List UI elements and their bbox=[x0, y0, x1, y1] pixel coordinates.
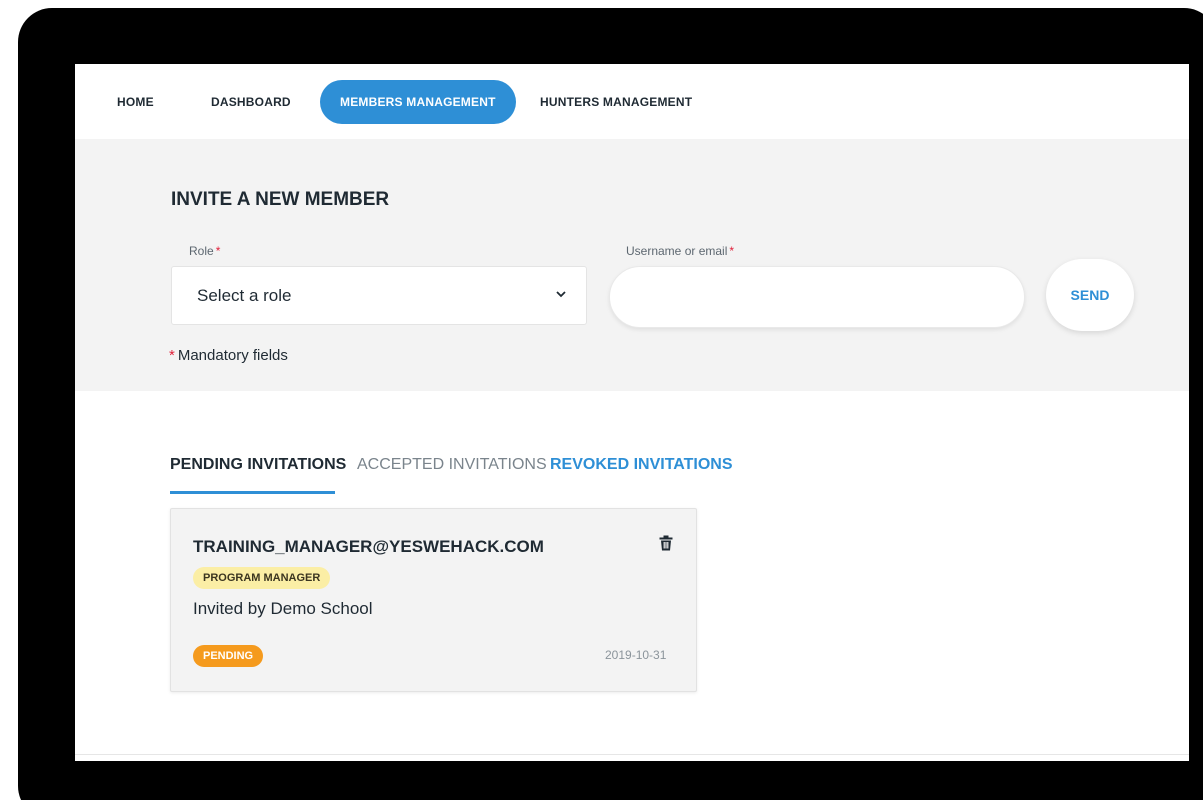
username-email-input[interactable] bbox=[609, 266, 1025, 328]
role-label: Role * bbox=[189, 244, 220, 258]
role-badge: PROGRAM MANAGER bbox=[193, 567, 331, 589]
nav-dashboard[interactable]: DASHBOARD bbox=[211, 80, 291, 124]
tab-revoked-invitations[interactable]: REVOKED INVITATIONS bbox=[550, 456, 733, 474]
nav-members-management[interactable]: MEMBERS MANAGEMENT bbox=[320, 80, 516, 124]
divider bbox=[75, 754, 1189, 755]
invited-by-text: Invited by Demo School bbox=[193, 599, 373, 618]
trash-icon[interactable] bbox=[659, 535, 675, 553]
role-label-text: Role bbox=[189, 244, 214, 258]
invitation-card: TRAINING_MANAGER@YESWEHACK.COM PROGRAM M… bbox=[170, 508, 697, 692]
tab-pending-invitations[interactable]: PENDING INVITATIONS bbox=[170, 456, 346, 474]
nav-hunters-management[interactable]: HUNTERS MANAGEMENT bbox=[540, 80, 692, 124]
mandatory-note: * Mandatory fields bbox=[169, 347, 288, 364]
username-label-text: Username or email bbox=[626, 244, 728, 258]
status-badge: PENDING bbox=[193, 645, 264, 667]
active-tab-indicator bbox=[170, 491, 335, 494]
top-nav: HOME DASHBOARD MEMBERS MANAGEMENT HUNTER… bbox=[75, 64, 1189, 139]
role-select[interactable]: Select a role bbox=[171, 266, 587, 325]
username-label: Username or email * bbox=[626, 244, 734, 258]
required-mark: * bbox=[215, 244, 221, 258]
invite-title: INVITE A NEW MEMBER bbox=[171, 189, 390, 210]
device-frame: HOME DASHBOARD MEMBERS MANAGEMENT HUNTER… bbox=[18, 8, 1203, 800]
invitation-date: 2019-10-31 bbox=[605, 648, 667, 662]
role-select-value: Select a role bbox=[197, 286, 292, 305]
invite-section: INVITE A NEW MEMBER Role * Select a role … bbox=[75, 139, 1189, 391]
required-mark: * bbox=[729, 244, 735, 258]
chevron-down-icon bbox=[556, 287, 566, 301]
mandatory-note-text: Mandatory fields bbox=[177, 347, 288, 364]
nav-home[interactable]: HOME bbox=[117, 80, 154, 124]
invitation-email: TRAINING_MANAGER@YESWEHACK.COM bbox=[193, 537, 544, 556]
app-screen: HOME DASHBOARD MEMBERS MANAGEMENT HUNTER… bbox=[75, 64, 1189, 761]
send-button[interactable]: SEND bbox=[1046, 259, 1134, 331]
tab-accepted-invitations[interactable]: ACCEPTED INVITATIONS bbox=[357, 456, 547, 474]
required-mark: * bbox=[169, 347, 175, 364]
